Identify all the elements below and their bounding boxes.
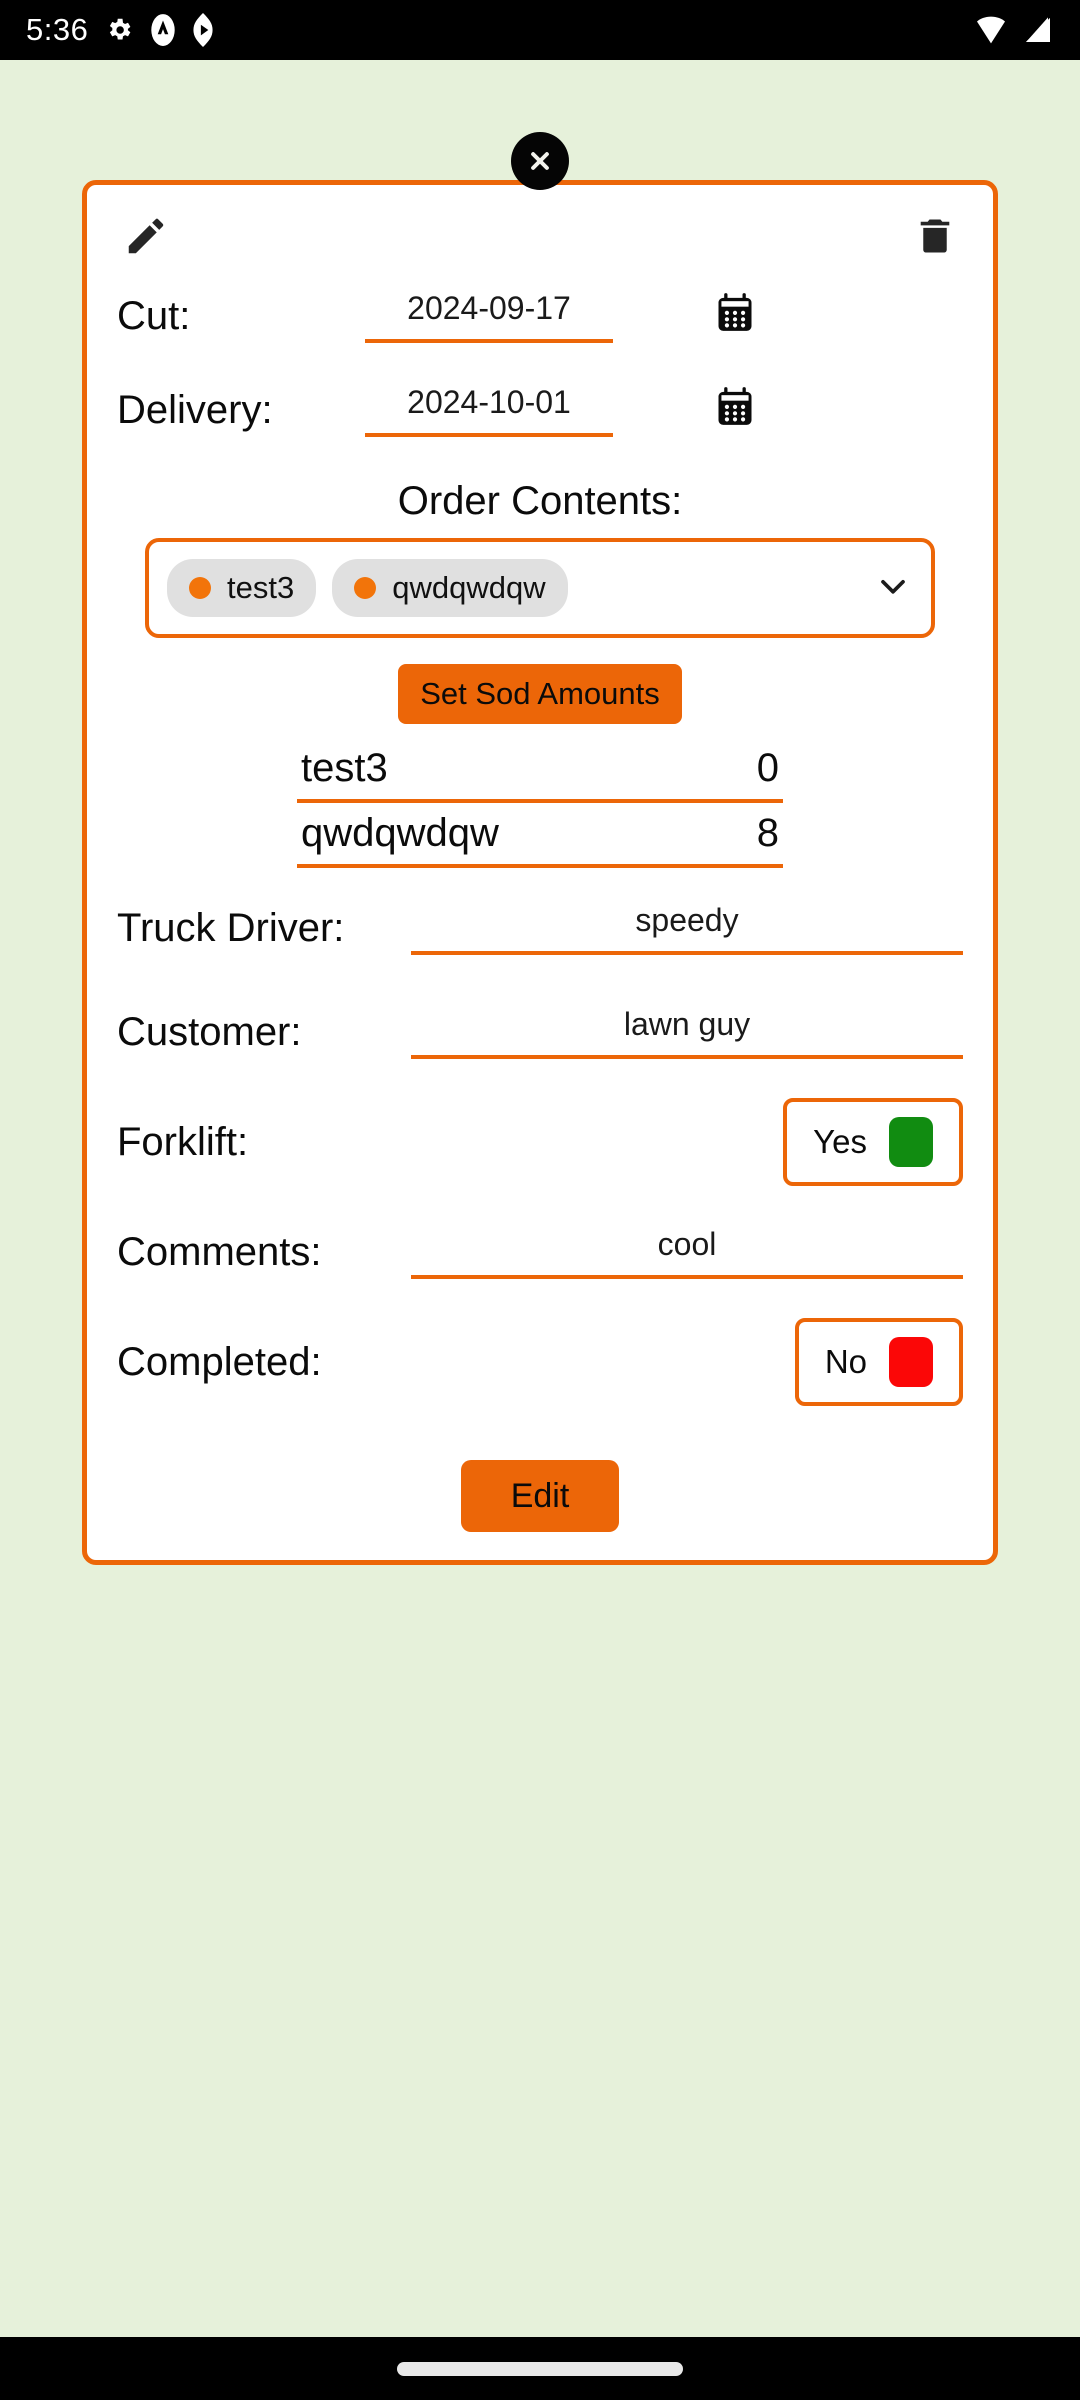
chevron-down-icon[interactable] [863,566,913,611]
completed-label: Completed: [117,1339,322,1384]
pencil-icon[interactable] [123,213,169,264]
gear-icon [104,15,134,45]
comments-label: Comments: [117,1229,322,1274]
forklift-label: Forklift: [117,1119,249,1164]
trash-icon[interactable] [913,214,957,263]
completed-status-swatch [889,1337,933,1387]
forklift-value: Yes [813,1123,867,1160]
close-dialog-button[interactable] [511,132,569,190]
close-icon [525,146,555,176]
order-detail-card: Cut: 2024-09-17 Delivery: 2024-10-01 Ord… [82,180,998,1565]
app-background: Cut: 2024-09-17 Delivery: 2024-10-01 Ord… [0,60,1080,2337]
sod-item-name: qwdqwdqw [301,811,499,855]
calendar-icon[interactable] [713,292,757,341]
status-bar-left: 5:36 [26,12,214,48]
delivery-date-value[interactable]: 2024-10-01 [365,384,613,437]
status-bar: 5:36 [0,0,1080,60]
system-navigation-bar [0,2337,1080,2400]
order-contents-dropdown[interactable]: test3 qwdqwdqw [145,538,935,638]
cut-label: Cut: [117,293,191,338]
chip-dot-icon [189,577,211,599]
chip-item[interactable]: qwdqwdqw [332,559,568,617]
sod-amount-row[interactable]: qwdqwdqw 8 [297,811,783,868]
wifi-icon [974,14,1008,46]
cut-date-row: Cut: 2024-09-17 [117,269,963,363]
delivery-date-row: Delivery: 2024-10-01 [117,363,963,457]
comments-value[interactable]: cool [411,1226,963,1279]
delivery-label: Delivery: [117,387,273,432]
chip-item[interactable]: test3 [167,559,317,617]
completed-toggle[interactable]: No [794,1318,963,1406]
cut-date-value[interactable]: 2024-09-17 [365,290,613,343]
completed-row: Completed: No [117,1304,963,1420]
set-sod-amounts-wrap: Set Sod Amounts [117,664,963,724]
sod-item-qty: 0 [756,746,779,790]
customer-value[interactable]: lawn guy [411,1006,963,1059]
sod-item-qty: 8 [756,811,779,855]
edit-button-wrap: Edit [117,1460,963,1532]
android-head-icon [150,13,176,47]
gesture-home-pill[interactable] [397,2361,683,2376]
truck-driver-row: Truck Driver: speedy [117,876,963,980]
status-bar-clock: 5:36 [26,12,89,47]
sod-amount-list: test3 0 qwdqwdqw 8 [297,746,783,868]
set-sod-amounts-button[interactable]: Set Sod Amounts [398,664,682,724]
signal-icon [1022,14,1054,46]
forklift-row: Forklift: Yes [117,1084,963,1200]
chip-label: test3 [227,570,295,605]
order-contents-title: Order Contents: [397,479,683,523]
calendar-icon[interactable] [713,386,757,435]
completed-value: No [824,1343,867,1380]
edit-button[interactable]: Edit [461,1460,619,1532]
sod-amount-row[interactable]: test3 0 [297,746,783,803]
truck-driver-value[interactable]: speedy [411,902,963,955]
comments-row: Comments: cool [117,1200,963,1304]
forklift-status-swatch [889,1117,933,1167]
card-header [117,207,963,269]
truck-driver-label: Truck Driver: [117,905,345,950]
order-contents-chip-list: test3 qwdqwdqw [167,559,863,617]
sod-item-name: test3 [301,746,388,790]
status-bar-right [974,14,1054,46]
customer-label: Customer: [117,1009,302,1054]
chip-dot-icon [354,577,377,599]
forklift-toggle[interactable]: Yes [783,1098,963,1186]
customer-row: Customer: lawn guy [117,980,963,1084]
play-badge-icon [192,13,214,47]
chip-label: qwdqwdqw [392,570,546,605]
